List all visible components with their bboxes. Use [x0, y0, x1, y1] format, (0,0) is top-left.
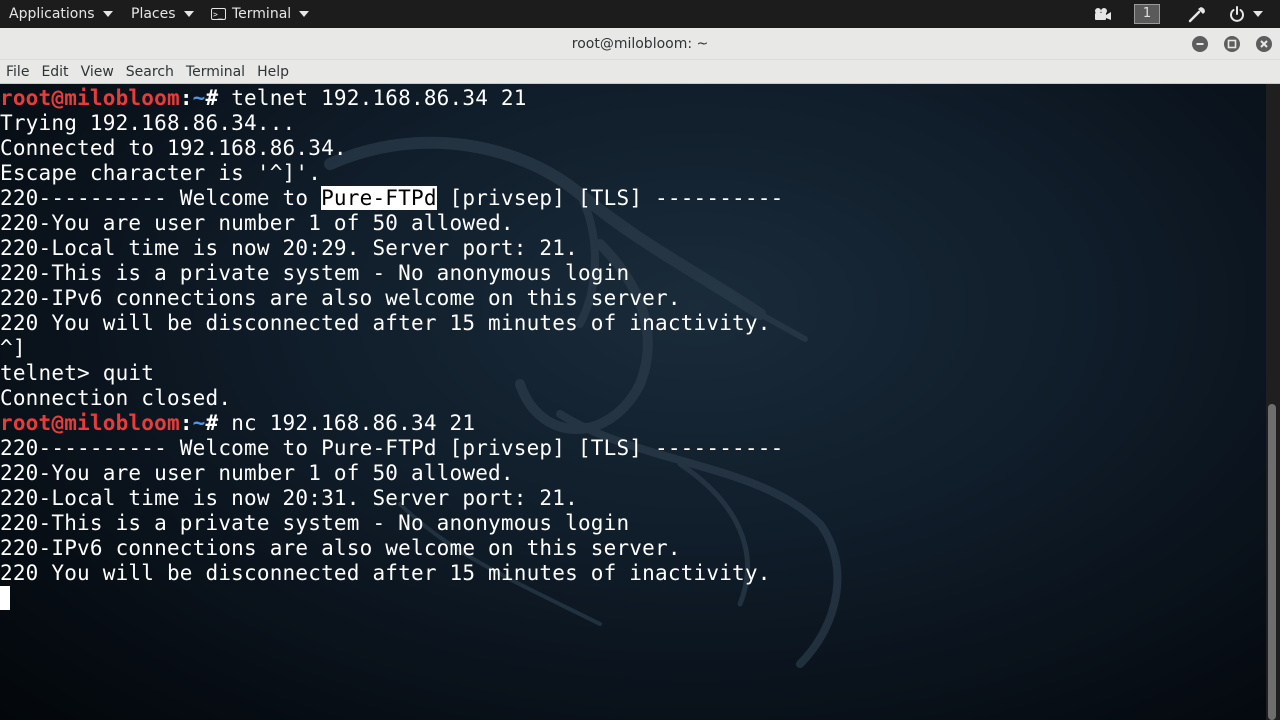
prompt-separator: : [179, 411, 193, 435]
menu-view[interactable]: View [75, 60, 120, 83]
text-cursor [0, 586, 10, 610]
output-line: telnet> quit [0, 361, 155, 385]
prompt-symbol: # [205, 411, 232, 435]
cursor-line [0, 586, 783, 611]
maximize-button[interactable] [1224, 36, 1240, 52]
output-line: 220-You are user number 1 of 50 allowed. [0, 461, 514, 485]
chevron-down-icon[interactable] [1253, 11, 1263, 17]
prompt-line: root@milobloom:~# telnet 192.168.86.34 2… [0, 86, 783, 111]
minimize-icon [1196, 43, 1204, 45]
output-text: 220---------- Welcome to [0, 186, 322, 210]
output-line: 220---------- Welcome to Pure-FTPd [priv… [0, 436, 784, 460]
output-line: Connection closed. [0, 386, 232, 410]
scrollbar-thumb[interactable] [1268, 404, 1276, 720]
menu-bar: File Edit View Search Terminal Help [0, 60, 1280, 84]
window-titlebar[interactable]: root@milobloom: ~ [0, 28, 1280, 60]
prompt-user: root@milobloom [0, 86, 180, 110]
maximize-icon [1227, 39, 1237, 49]
terminal-icon: >_ [211, 8, 226, 20]
menu-search[interactable]: Search [120, 60, 180, 83]
places-menu[interactable]: Places [131, 0, 194, 28]
output-line: ^] [0, 336, 26, 360]
output-line: 220 You will be disconnected after 15 mi… [0, 311, 771, 335]
command-text: nc 192.168.86.34 21 [231, 411, 476, 435]
menu-help[interactable]: Help [251, 60, 295, 83]
color-picker-icon[interactable] [1188, 6, 1206, 23]
terminal-output: root@milobloom:~# telnet 192.168.86.34 2… [0, 86, 783, 611]
applications-label: Applications [9, 6, 95, 22]
window-title: root@milobloom: ~ [571, 36, 709, 52]
menu-file[interactable]: File [0, 60, 35, 83]
output-line: Escape character is '^]'. [0, 161, 322, 185]
output-line: Trying 192.168.86.34... [0, 111, 296, 135]
output-line: Connected to 192.168.86.34. [0, 136, 347, 160]
output-line: 220-IPv6 connections are also welcome on… [0, 536, 681, 560]
prompt-user: root@milobloom [0, 411, 180, 435]
chevron-down-icon [183, 11, 194, 17]
prompt-path: ~ [192, 411, 206, 435]
command-text: telnet 192.168.86.34 21 [231, 86, 527, 110]
close-button[interactable] [1256, 36, 1272, 52]
output-line: 220-IPv6 connections are also welcome on… [0, 286, 681, 310]
output-text: [privsep] [TLS] ---------- [436, 186, 784, 210]
chevron-down-icon [299, 11, 310, 17]
minimize-button[interactable] [1192, 36, 1208, 52]
applications-menu[interactable]: Applications [9, 0, 113, 28]
terminal-view[interactable]: root@milobloom:~# telnet 192.168.86.34 2… [0, 84, 1266, 720]
top-bar: Applications Places >_ Terminal 1 [0, 0, 1280, 28]
prompt-line: root@milobloom:~# nc 192.168.86.34 21 [0, 411, 783, 436]
output-line: 220-You are user number 1 of 50 allowed. [0, 211, 514, 235]
prompt-path: ~ [192, 86, 206, 110]
close-icon [1260, 40, 1268, 48]
output-line: 220 You will be disconnected after 15 mi… [0, 561, 771, 585]
menu-edit[interactable]: Edit [35, 60, 74, 83]
output-line: 220-This is a private system - No anonym… [0, 261, 630, 285]
workspace-indicator[interactable]: 1 [1134, 4, 1160, 24]
power-icon[interactable] [1229, 6, 1245, 22]
prompt-symbol: # [205, 86, 232, 110]
terminal-app-label: Terminal [232, 6, 292, 22]
output-line: 220---------- Welcome to Pure-FTPd [priv… [0, 186, 783, 211]
output-line: 220-Local time is now 20:31. Server port… [0, 486, 578, 510]
places-label: Places [131, 6, 176, 22]
video-camera-icon[interactable] [1094, 7, 1112, 21]
chevron-down-icon [102, 11, 113, 17]
selected-text: Pure-FTPd [321, 186, 437, 210]
scrollbar[interactable] [1266, 84, 1280, 720]
terminal-app-menu[interactable]: >_ Terminal [211, 0, 310, 28]
menu-terminal[interactable]: Terminal [180, 60, 251, 83]
output-line: 220-Local time is now 20:29. Server port… [0, 236, 578, 260]
prompt-separator: : [179, 86, 193, 110]
output-line: 220-This is a private system - No anonym… [0, 511, 630, 535]
